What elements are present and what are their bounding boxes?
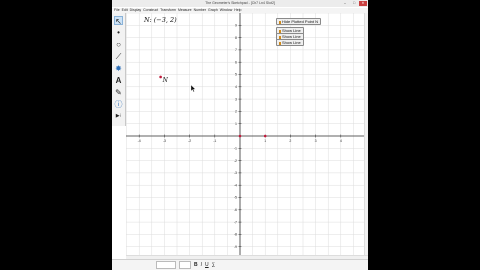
y-tick-label: -4 <box>234 183 237 187</box>
y-tick-label: 6 <box>235 60 237 64</box>
x-tick-label: 2 <box>289 139 291 143</box>
y-tick-label: 8 <box>235 36 237 40</box>
font-size-box[interactable] <box>179 261 191 269</box>
sketchpad-window: The Geometer's Sketchpad - [Ch7 Ln4 Slot… <box>112 0 368 270</box>
sketch-canvas[interactable]: -4 -3 -2 -1 1 2 3 4 -9 -8 -7 -6 -5 -4 -3 -2 -1 1 2 3 4 5 6 7 8 9 … <box>126 12 365 255</box>
symbol-palette-icon[interactable]: ∑ <box>212 261 216 269</box>
coordinate-measurement[interactable]: N: (−3, 2) <box>144 16 177 24</box>
x-tick-label: -2 <box>188 139 191 143</box>
y-tick-label: 2 <box>235 110 237 114</box>
y-tick-label: 1 <box>235 122 237 126</box>
y-tick-label: -3 <box>234 171 237 175</box>
bold-button[interactable]: B <box>194 261 198 269</box>
y-tick-label: -1 <box>234 147 237 151</box>
close-button[interactable]: ✕ <box>359 1 367 6</box>
point-tool-icon[interactable]: • <box>114 28 123 37</box>
straightedge-tool-icon[interactable]: ⟋ <box>114 52 123 61</box>
y-tick-label: -2 <box>234 159 237 163</box>
hide-plotted-point-button[interactable]: Hide Plotted Point N <box>276 18 322 25</box>
text-tool-icon[interactable]: A <box>114 76 123 85</box>
y-tick-label: -6 <box>234 208 237 212</box>
custom-tool-icon[interactable]: ▶⁝ <box>114 112 123 121</box>
italic-button[interactable]: I <box>201 261 202 269</box>
compass-tool-icon[interactable]: ○ <box>114 40 123 49</box>
show-line-button-3[interactable]: Show Line <box>276 39 304 46</box>
y-tick-label: 4 <box>235 85 237 89</box>
x-tick-label: -3 <box>163 139 166 143</box>
toolbox: ↖ • ○ ⟋ ✸ A ✎ ⓘ ▶⁝ <box>112 13 126 126</box>
y-tick-label: 5 <box>235 73 237 77</box>
x-tick-label: -1 <box>213 139 216 143</box>
information-tool-icon[interactable]: ⓘ <box>114 100 123 109</box>
origin-point <box>238 134 242 138</box>
minimize-button[interactable]: – <box>341 1 349 6</box>
underline-button[interactable]: U <box>205 261 209 269</box>
marker-tool-icon[interactable]: ✎ <box>114 88 123 97</box>
font-family-box[interactable] <box>156 261 176 269</box>
polygon-tool-icon[interactable]: ✸ <box>114 64 123 73</box>
x-tick-label: -4 <box>138 139 141 143</box>
x-tick-label: 4 <box>340 139 342 143</box>
y-tick-label: 9 <box>235 24 237 28</box>
y-tick-label: -8 <box>234 233 237 237</box>
point-label-n: N <box>162 77 168 85</box>
window-title: The Geometer's Sketchpad - [Ch7 Ln4 Slot… <box>205 1 275 5</box>
x-tick-label: 1 <box>264 139 266 143</box>
title-bar: The Geometer's Sketchpad - [Ch7 Ln4 Slot… <box>112 0 368 7</box>
coordinate-grid: -4 -3 -2 -1 1 2 3 4 -9 -8 -7 -6 -5 -4 -3 -2 -1 1 2 3 4 5 6 7 8 9 <box>126 12 365 255</box>
vertical-scrollbar[interactable] <box>364 13 368 255</box>
y-tick-label: 7 <box>235 48 237 52</box>
x-tick-label: 3 <box>315 139 317 143</box>
maximize-button[interactable]: □ <box>350 1 358 6</box>
y-tick-label: -9 <box>234 245 237 249</box>
y-tick-label: 3 <box>235 97 237 101</box>
y-tick-label: -7 <box>234 220 237 224</box>
mouse-cursor-icon <box>191 85 196 92</box>
y-tick-label: -5 <box>234 196 237 200</box>
arrow-tool-icon[interactable]: ↖ <box>114 16 123 26</box>
unit-point <box>263 134 267 138</box>
status-bar: B I U ∑ <box>112 259 368 270</box>
plotted-point-n <box>159 75 162 79</box>
